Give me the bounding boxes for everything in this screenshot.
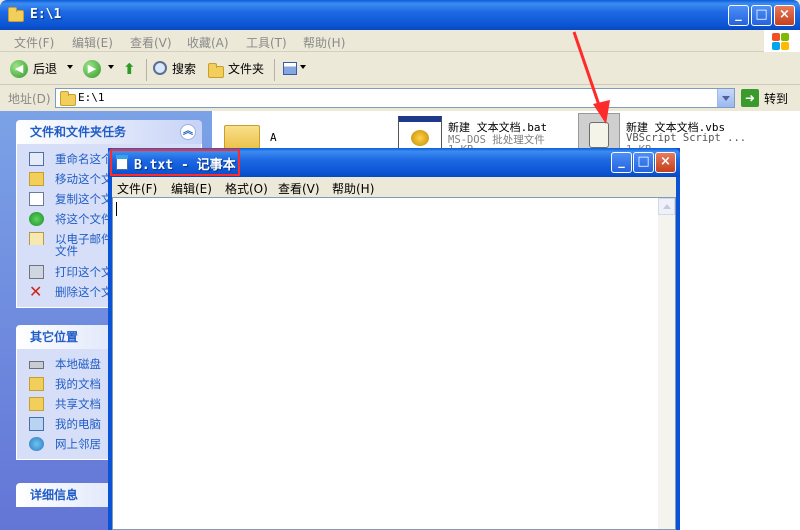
address-bar: 地址(D) E:\1 ➜ 转到	[0, 86, 800, 110]
address-dropdown-icon[interactable]	[717, 89, 734, 107]
task-label: 移动这个文	[55, 172, 113, 186]
collapse-icon[interactable]: ︽	[180, 124, 196, 140]
move-icon	[29, 172, 44, 186]
notepad-menu-file[interactable]: 文件(F)	[117, 180, 157, 197]
folders-button[interactable]: 文件夹	[228, 59, 264, 79]
printer-icon	[29, 265, 44, 279]
vertical-scrollbar[interactable]	[658, 198, 675, 529]
menu-tools[interactable]: 工具(T)	[246, 34, 287, 51]
explorer-title-bar[interactable]: E:\1 _ □ ×	[0, 0, 800, 30]
address-label: 地址(D)	[8, 92, 51, 106]
notepad-menu-format[interactable]: 格式(O)	[225, 180, 268, 197]
task-label: 文件	[55, 245, 78, 258]
back-button[interactable]: 后退	[33, 59, 57, 79]
file-tasks-title: 文件和文件夹任务	[30, 125, 127, 139]
toolbar-separator	[146, 59, 147, 81]
notepad-title-bar[interactable]: B.txt - 记事本 _ □ ×	[108, 148, 680, 177]
address-input[interactable]: E:\1	[55, 88, 735, 108]
other-places-title: 其它位置	[30, 330, 79, 344]
my-documents-icon	[29, 377, 44, 391]
notepad-menu-view[interactable]: 查看(V)	[278, 180, 320, 197]
maximize-button[interactable]: □	[751, 5, 772, 26]
notepad-menu-bar: 文件(F) 编辑(E) 格式(O) 查看(V) 帮助(H)	[112, 177, 676, 197]
windows-logo-icon	[764, 30, 800, 52]
notepad-window: B.txt - 记事本 _ □ × 文件(F) 编辑(E) 格式(O) 查看(V…	[108, 148, 680, 530]
batch-file-icon	[398, 116, 442, 152]
task-label: 将这个文件	[55, 212, 113, 226]
task-label: 打印这个文	[55, 265, 113, 279]
menu-favorites[interactable]: 收藏(A)	[187, 34, 229, 51]
computer-icon	[29, 417, 44, 431]
address-folder-icon	[60, 91, 76, 106]
close-button[interactable]: ×	[774, 5, 795, 26]
task-label: 重命名这个	[55, 152, 113, 166]
notepad-minimize-button[interactable]: _	[611, 152, 632, 173]
title-highlight-box	[110, 149, 240, 176]
search-icon[interactable]	[153, 61, 167, 75]
notepad-close-button[interactable]: ×	[655, 152, 676, 173]
go-arrow-icon[interactable]: ➜	[741, 89, 759, 107]
place-label: 我的电脑	[55, 417, 101, 431]
notepad-text-area[interactable]	[112, 197, 676, 530]
menu-view[interactable]: 查看(V)	[130, 34, 172, 51]
delete-x-icon: ✕	[29, 283, 43, 301]
scroll-icon	[589, 122, 609, 148]
menu-help[interactable]: 帮助(H)	[303, 34, 345, 51]
details-title: 详细信息	[30, 488, 79, 502]
task-label: 删除这个文	[55, 285, 113, 299]
forward-arrow-icon[interactable]: ▶	[83, 60, 101, 78]
back-dropdown-icon[interactable]	[67, 65, 73, 69]
disk-icon	[29, 361, 44, 369]
gear-icon	[411, 130, 429, 146]
shared-documents-icon	[29, 397, 44, 411]
file-tasks-header[interactable]: 文件和文件夹任务 ︽	[16, 120, 202, 144]
scroll-up-icon[interactable]	[658, 198, 675, 215]
notepad-menu-help[interactable]: 帮助(H)	[332, 180, 374, 197]
views-dropdown-icon[interactable]	[300, 65, 306, 69]
notepad-menu-edit[interactable]: 编辑(E)	[171, 180, 212, 197]
up-folder-icon[interactable]: ⬆	[123, 60, 139, 78]
explorer-toolbar: ◀ 后退 ▶ ⬆ 搜索 文件夹	[0, 53, 800, 85]
place-label: 共享文档	[55, 397, 101, 411]
search-button[interactable]: 搜索	[172, 59, 196, 79]
toolbar-separator	[274, 59, 275, 81]
network-icon	[29, 437, 44, 451]
menu-file[interactable]: 文件(F)	[14, 34, 54, 51]
notepad-maximize-button[interactable]: □	[633, 152, 654, 173]
folder-icon	[8, 7, 24, 22]
task-label: 以电子邮件	[55, 232, 113, 245]
views-icon[interactable]	[283, 62, 297, 75]
explorer-menu-bar: 文件(F) 编辑(E) 查看(V) 收藏(A) 工具(T) 帮助(H)	[0, 30, 800, 52]
explorer-title: E:\1	[30, 7, 62, 22]
minimize-button[interactable]: _	[728, 5, 749, 26]
text-cursor	[116, 202, 117, 216]
globe-icon	[29, 212, 44, 226]
rename-icon	[29, 152, 44, 166]
place-label: 网上邻居	[55, 437, 101, 451]
task-label: 复制这个文	[55, 192, 113, 206]
file-type: VBScript Script ...	[626, 132, 747, 144]
forward-dropdown-icon[interactable]	[108, 65, 114, 69]
back-arrow-icon[interactable]: ◀	[10, 60, 28, 78]
file-name: A	[270, 131, 277, 144]
go-button[interactable]: 转到	[764, 90, 788, 107]
copy-icon	[29, 192, 44, 206]
address-value: E:\1	[78, 91, 105, 104]
folders-icon[interactable]	[208, 63, 224, 78]
email-icon	[29, 232, 44, 245]
menu-edit[interactable]: 编辑(E)	[72, 34, 113, 51]
place-label: 本地磁盘	[55, 357, 101, 371]
place-label: 我的文档	[55, 377, 101, 391]
